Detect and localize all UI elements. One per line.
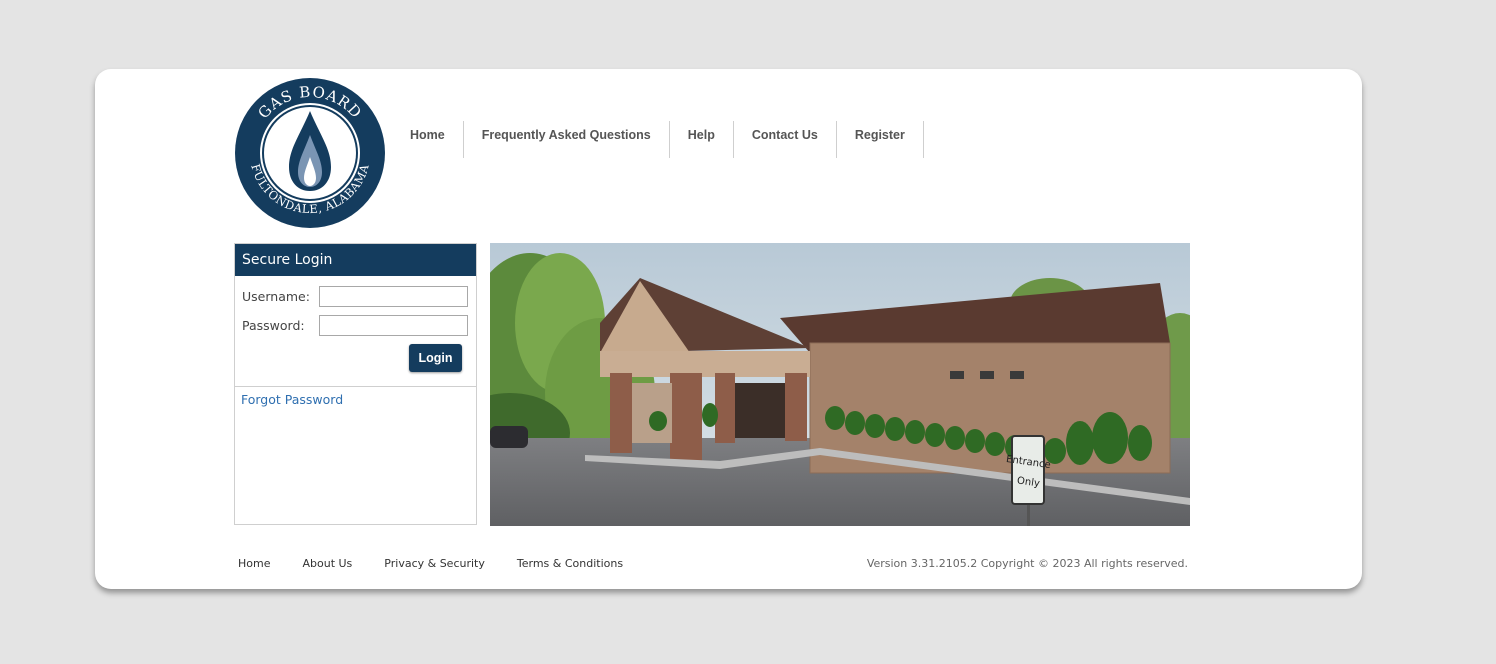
nav-home[interactable]: Home <box>392 121 464 158</box>
nav-help[interactable]: Help <box>670 121 734 158</box>
footer-links: Home About Us Privacy & Security Terms &… <box>238 557 655 570</box>
building-photo: Entrance Only <box>490 243 1190 526</box>
footer-privacy-security[interactable]: Privacy & Security <box>384 557 485 570</box>
entrance-sign: Entrance Only <box>1005 435 1051 505</box>
footer-home[interactable]: Home <box>238 557 270 570</box>
footer-about-us[interactable]: About Us <box>302 557 352 570</box>
copyright-text: Version 3.31.2105.2 Copyright © 2023 All… <box>866 557 1188 570</box>
nav-contact-us[interactable]: Contact Us <box>734 121 837 158</box>
login-button[interactable]: Login <box>409 344 462 372</box>
nav-register[interactable]: Register <box>837 121 924 158</box>
panel-divider <box>235 386 476 387</box>
username-label: Username: <box>242 289 310 304</box>
gas-board-logo[interactable]: GAS BOARD FULTONDALE, ALABAMA <box>234 77 386 229</box>
password-label: Password: <box>242 318 305 333</box>
username-input[interactable] <box>319 286 468 307</box>
top-navigation: Home Frequently Asked Questions Help Con… <box>392 121 924 158</box>
footer-terms-conditions[interactable]: Terms & Conditions <box>517 557 623 570</box>
password-input[interactable] <box>319 315 468 336</box>
nav-faq[interactable]: Frequently Asked Questions <box>464 121 670 158</box>
login-panel-title: Secure Login <box>235 244 476 276</box>
secure-login-panel: Secure Login Username: Password: Login F… <box>234 243 477 525</box>
main-card: GAS BOARD FULTONDALE, ALABAMA Home Frequ… <box>95 69 1362 589</box>
forgot-password-link[interactable]: Forgot Password <box>241 392 343 407</box>
